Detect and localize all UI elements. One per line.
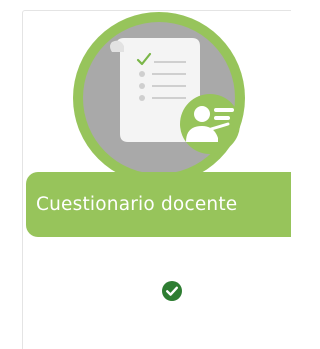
questionnaire-document-icon: [73, 12, 245, 184]
check-circle-icon: [162, 281, 182, 301]
card-title: Cuestionario docente: [36, 194, 238, 215]
title-banner[interactable]: Cuestionario docente: [26, 172, 291, 237]
questionnaire-card[interactable]: Cuestionario docente: [22, 10, 291, 349]
